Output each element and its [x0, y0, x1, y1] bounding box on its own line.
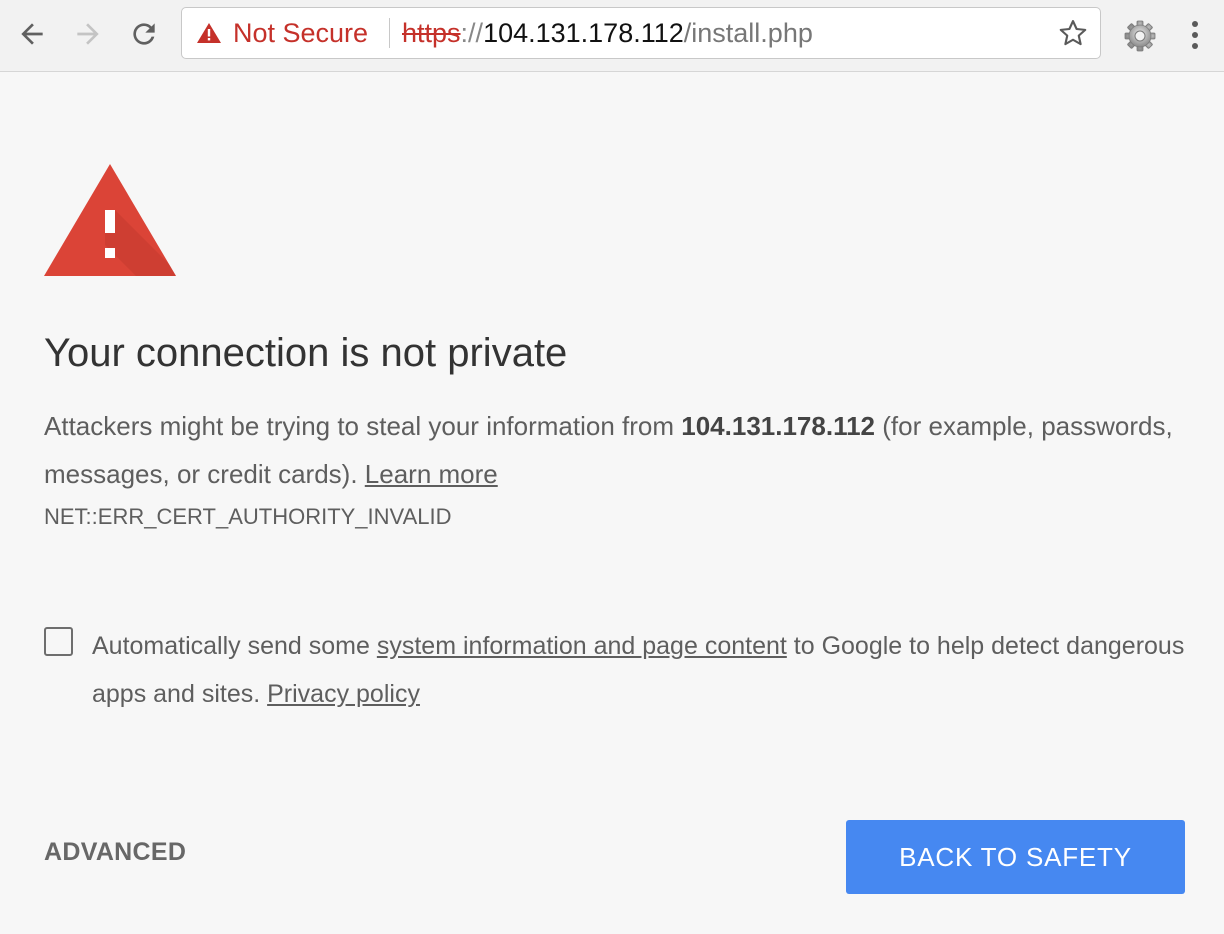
security-status-label[interactable]: Not Secure [233, 18, 368, 49]
explanation-paragraph: Attackers might be trying to steal your … [44, 402, 1194, 498]
send-info-checkbox[interactable] [44, 627, 73, 656]
back-button[interactable] [14, 16, 50, 52]
advanced-button[interactable]: ADVANCED [44, 838, 186, 867]
reload-icon [133, 23, 155, 45]
send-info-label: Automatically send some system informati… [92, 622, 1202, 718]
explanation-host: 104.131.178.112 [681, 411, 876, 441]
page-title: Your connection is not private [44, 331, 568, 375]
warning-triangle-icon [197, 23, 221, 43]
system-info-link[interactable]: system information and page content [377, 632, 787, 660]
learn-more-link[interactable]: Learn more [365, 459, 498, 489]
url-scheme: https [402, 18, 461, 48]
more-vert-icon[interactable] [1180, 17, 1210, 53]
url-separator: :// [460, 18, 484, 48]
forward-button[interactable] [70, 16, 106, 52]
arrow-left-icon [21, 23, 43, 45]
opt-in-prefix: Automatically send some [92, 632, 377, 660]
url-path: /install.php [683, 18, 813, 48]
star-icon[interactable] [1058, 18, 1088, 48]
error-code: NET::ERR_CERT_AUTHORITY_INVALID [44, 504, 452, 529]
url-host: 104.131.178.112 [483, 18, 684, 48]
browser-toolbar: Not Secure https://104.131.178.112/insta… [0, 0, 1224, 72]
reload-button[interactable] [126, 16, 162, 52]
address-bar[interactable]: Not Secure https://104.131.178.112/insta… [181, 7, 1101, 59]
explanation-prefix: Attackers might be trying to steal your … [44, 411, 682, 441]
omnibox-divider [389, 18, 390, 48]
gear-icon[interactable] [1121, 17, 1159, 55]
back-to-safety-button[interactable]: BACK TO SAFETY [846, 820, 1185, 894]
url-text[interactable]: https://104.131.178.112/install.php [402, 18, 813, 49]
privacy-policy-link[interactable]: Privacy policy [267, 680, 420, 708]
arrow-right-icon [77, 23, 99, 45]
red-warning-triangle-icon [44, 164, 176, 276]
